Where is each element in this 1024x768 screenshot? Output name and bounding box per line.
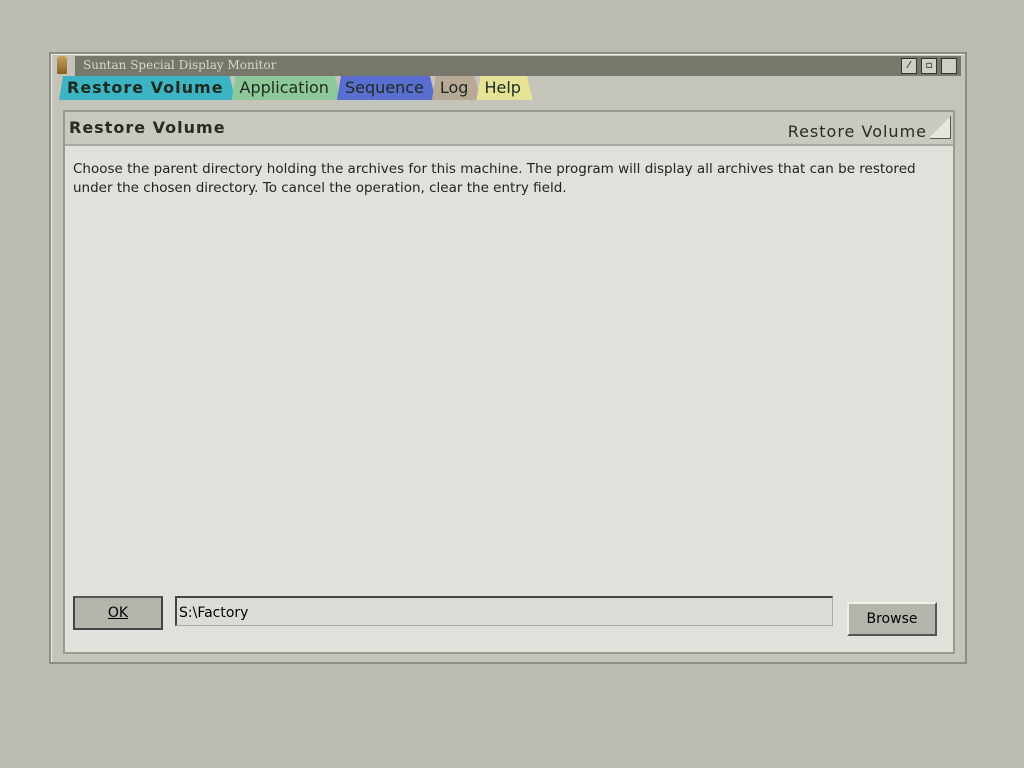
tab-help[interactable]: Help (476, 76, 532, 100)
minimize-button[interactable]: ▫ (921, 58, 937, 74)
main-window: Suntan Special Display Monitor ⁄ ▫ Resto… (49, 52, 967, 664)
directory-input[interactable]: S:\Factory (175, 596, 833, 626)
tab-restore-volume[interactable]: Restore Volume (59, 76, 236, 100)
app-icon (57, 56, 67, 74)
panel-title: Restore Volume (69, 118, 226, 137)
page-corner-icon[interactable] (930, 116, 951, 139)
browse-button[interactable]: Browse (847, 602, 937, 636)
title-bar[interactable]: Suntan Special Display Monitor ⁄ ▫ (75, 56, 961, 76)
window-title: Suntan Special Display Monitor (83, 58, 277, 72)
tab-bar: Restore Volume Application Sequence Log … (59, 76, 529, 100)
ok-button[interactable]: OK (73, 596, 163, 630)
tab-sequence[interactable]: Sequence (337, 76, 436, 100)
maximize-button[interactable] (941, 58, 957, 74)
tab-application[interactable]: Application (232, 76, 341, 100)
panel-title-right: Restore Volume (787, 122, 927, 141)
restore-volume-panel: Restore Volume Restore Volume Choose the… (63, 110, 955, 654)
panel-header: Restore Volume Restore Volume (65, 112, 953, 146)
edit-window-icon[interactable]: ⁄ (901, 58, 917, 74)
instructions-text: Choose the parent directory holding the … (73, 161, 916, 196)
tab-log[interactable]: Log (432, 76, 481, 100)
